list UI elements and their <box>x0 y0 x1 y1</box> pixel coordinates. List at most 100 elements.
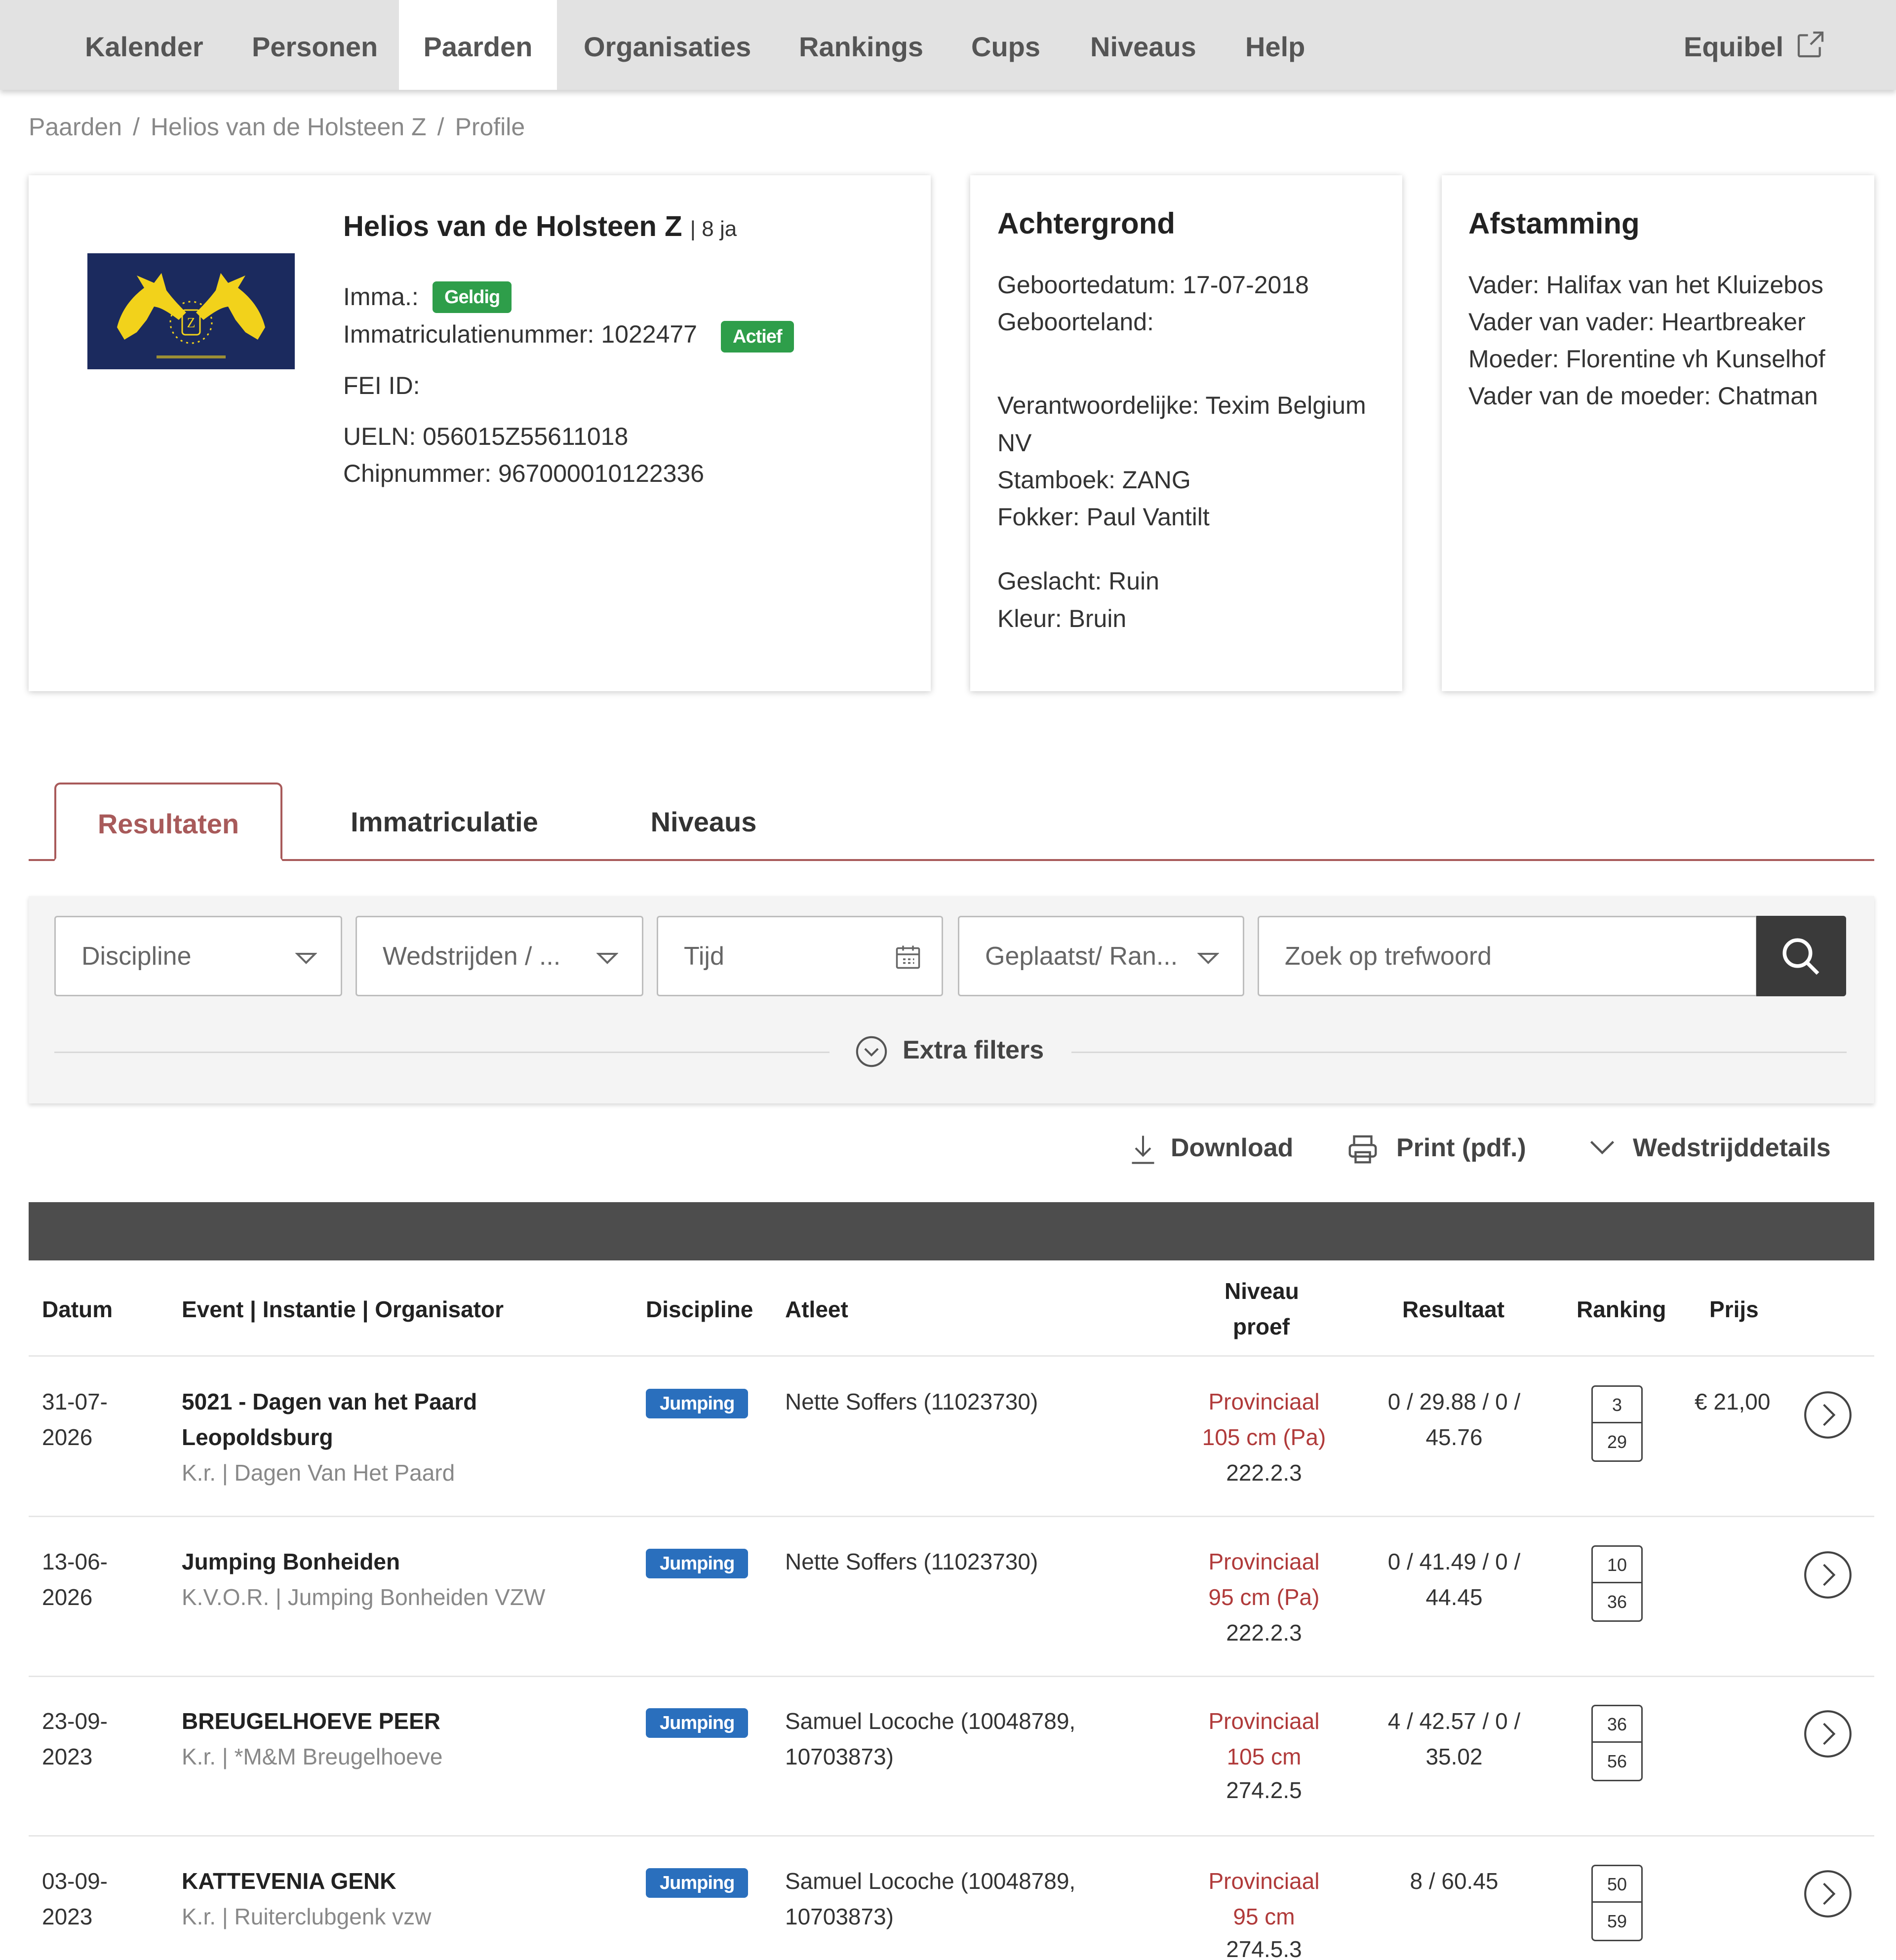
time-picker[interactable]: Tijd <box>657 916 943 996</box>
studbook: Stamboek: ZANG <box>997 466 1191 494</box>
column-header-prize[interactable]: Prijs <box>1709 1296 1759 1323</box>
row-event-line-2[interactable]: Leopoldsburg <box>182 1419 333 1455</box>
pedigree-title: Afstamming <box>1468 207 1640 240</box>
competitions-select[interactable]: Wedstrijden / ... <box>356 916 643 996</box>
svg-text:Z: Z <box>187 315 195 331</box>
column-header-date[interactable]: Datum <box>42 1296 113 1323</box>
column-header-discipline[interactable]: Discipline <box>646 1296 753 1323</box>
row-date-line-2: 2023 <box>42 1744 93 1769</box>
row-level-line-2: 95 cm (Pa) <box>1208 1584 1320 1610</box>
horse-name: Helios van de Holsteen Z | 8 ja <box>343 210 737 243</box>
chevron-right-circle-icon[interactable] <box>1803 1869 1853 1919</box>
extra-filters-label: Extra filters <box>903 1036 1044 1064</box>
row-result-line-2: 44.45 <box>1425 1584 1483 1610</box>
placement-select-value: Geplaatst/ Ran... <box>985 942 1178 971</box>
row-divider <box>29 1835 1874 1837</box>
nav-item-niveaus[interactable]: Niveaus <box>1090 0 1196 90</box>
row-organizer: K.r. | Dagen Van Het Paard <box>182 1460 455 1486</box>
sire-of-sire: Vader van vader: Heartbreaker <box>1468 308 1806 336</box>
row-athlete-line-2[interactable]: 10703873) <box>785 1899 894 1934</box>
discipline-select[interactable]: Discipline <box>54 916 342 996</box>
nav-item-kalender[interactable]: Kalender <box>85 0 203 90</box>
divider <box>1071 1052 1847 1053</box>
column-header-ranking[interactable]: Ranking <box>1577 1296 1666 1323</box>
tab-niveaus[interactable]: Niveaus <box>632 783 775 861</box>
column-header-level-1[interactable]: Niveau <box>1224 1278 1299 1304</box>
column-header-event[interactable]: Event | Instantie | Organisator <box>182 1296 504 1323</box>
row-date-line-1: 13-06- <box>42 1549 108 1574</box>
row-result-line-1: 0 / 41.49 / 0 / <box>1387 1549 1521 1574</box>
search-button[interactable] <box>1756 916 1846 996</box>
ranking-box: 10 36 <box>1591 1545 1643 1622</box>
print-label: Print (pdf.) <box>1396 1134 1526 1162</box>
table-toolbar-bar <box>29 1202 1874 1260</box>
chevron-right-circle-icon[interactable] <box>1803 1709 1853 1759</box>
top-navigation: Kalender Personen Paarden Organisaties R… <box>0 0 1896 90</box>
competitions-select-value: Wedstrijden / ... <box>383 942 561 971</box>
nav-item-help[interactable]: Help <box>1245 0 1305 90</box>
row-event-line-1[interactable]: 5021 - Dagen van het Paard <box>182 1384 477 1419</box>
equibel-external-link[interactable]: Equibel <box>1684 0 1832 90</box>
chevron-right-circle-icon[interactable] <box>1803 1390 1853 1440</box>
placement-select[interactable]: Geplaatst/ Ran... <box>958 916 1244 996</box>
row-date-line-1: 31-07- <box>42 1389 108 1414</box>
row-athlete[interactable]: Nette Soffers (11023730) <box>785 1384 1038 1419</box>
time-picker-value: Tijd <box>684 942 724 971</box>
row-result-line-1: 4 / 42.57 / 0 / <box>1387 1708 1521 1734</box>
tab-immatriculatie[interactable]: Immatriculatie <box>336 783 553 861</box>
dam: Moeder: Florentine vh Kunselhof <box>1468 345 1825 373</box>
column-header-level-2[interactable]: proef <box>1233 1313 1290 1340</box>
row-level-line-2: 105 cm <box>1226 1744 1302 1769</box>
nav-item-rankings[interactable]: Rankings <box>799 0 923 90</box>
column-header-athlete[interactable]: Atleet <box>785 1296 848 1323</box>
breadcrumb-separator: / <box>133 113 140 141</box>
discipline-badge: Jumping <box>646 1389 749 1418</box>
row-athlete-line-1[interactable]: Samuel Locoche (10048789, <box>785 1863 1075 1899</box>
background-title: Achtergrond <box>997 207 1175 240</box>
birth-country: Geboorteland: <box>997 308 1154 336</box>
horse-name-text: Helios van de Holsteen Z <box>343 210 682 242</box>
row-event-line-1[interactable]: KATTEVENIA GENK <box>182 1863 396 1899</box>
immatriculation-status-badge: Actief <box>721 321 794 353</box>
row-organizer: K.V.O.R. | Jumping Bonheiden VZW <box>182 1584 546 1610</box>
ranking-total: 29 <box>1607 1432 1627 1452</box>
breadcrumb-paarden[interactable]: Paarden <box>29 113 122 141</box>
ueln: UELN: 056015Z55611018 <box>343 423 629 450</box>
responsible-line-2: NV <box>997 429 1032 457</box>
ranking-total: 36 <box>1607 1592 1627 1612</box>
row-athlete-line-2[interactable]: 10703873) <box>785 1739 894 1774</box>
nav-item-paarden[interactable]: Paarden <box>399 0 557 90</box>
nav-item-organisaties[interactable]: Organisaties <box>584 0 751 90</box>
download-label: Download <box>1171 1134 1294 1162</box>
nav-item-personen[interactable]: Personen <box>252 0 378 90</box>
row-athlete-line-1[interactable]: Samuel Locoche (10048789, <box>785 1703 1075 1739</box>
row-event-line-1[interactable]: BREUGELHOEVE PEER <box>182 1703 440 1739</box>
chevron-down-icon <box>1197 953 1219 964</box>
tab-resultaten[interactable]: Resultaten <box>54 783 282 861</box>
nav-item-cups[interactable]: Cups <box>971 0 1040 90</box>
row-event-line-1[interactable]: Jumping Bonheiden <box>182 1544 400 1579</box>
birthdate: Geboortedatum: 17-07-2018 <box>997 271 1309 299</box>
competition-details-label: Wedstrijddetails <box>1633 1134 1831 1162</box>
chevron-right-circle-icon[interactable] <box>1803 1550 1853 1600</box>
row-level-line-2: 105 cm (Pa) <box>1202 1424 1326 1450</box>
keyword-search-placeholder: Zoek op trefwoord <box>1285 942 1492 971</box>
studbook-logo: Z <box>87 253 295 369</box>
ranking-box: 3 29 <box>1591 1385 1643 1462</box>
dam-sire: Vader van de moeder: Chatman <box>1468 382 1818 410</box>
external-link-icon <box>1797 31 1824 58</box>
extra-filters-toggle[interactable]: Extra filters <box>854 1034 1044 1075</box>
column-header-result[interactable]: Resultaat <box>1402 1296 1504 1323</box>
breadcrumb-horse[interactable]: Helios van de Holsteen Z <box>151 113 427 141</box>
row-divider <box>29 1516 1874 1517</box>
row-divider <box>29 1676 1874 1677</box>
row-organizer: K.r. | Ruiterclubgenk vzw <box>182 1904 432 1929</box>
row-date-line-1: 03-09- <box>42 1868 108 1894</box>
row-divider <box>29 1355 1874 1357</box>
row-athlete[interactable]: Nette Soffers (11023730) <box>785 1544 1038 1579</box>
keyword-search-input[interactable]: Zoek op trefwoord <box>1258 916 1757 996</box>
row-result-line-1: 0 / 29.88 / 0 / <box>1387 1389 1521 1414</box>
row-level-line-3: 222.2.3 <box>1226 1620 1302 1646</box>
row-level-line-3: 274.5.3 <box>1226 1936 1302 1960</box>
row-date-line-2: 2026 <box>42 1424 93 1450</box>
